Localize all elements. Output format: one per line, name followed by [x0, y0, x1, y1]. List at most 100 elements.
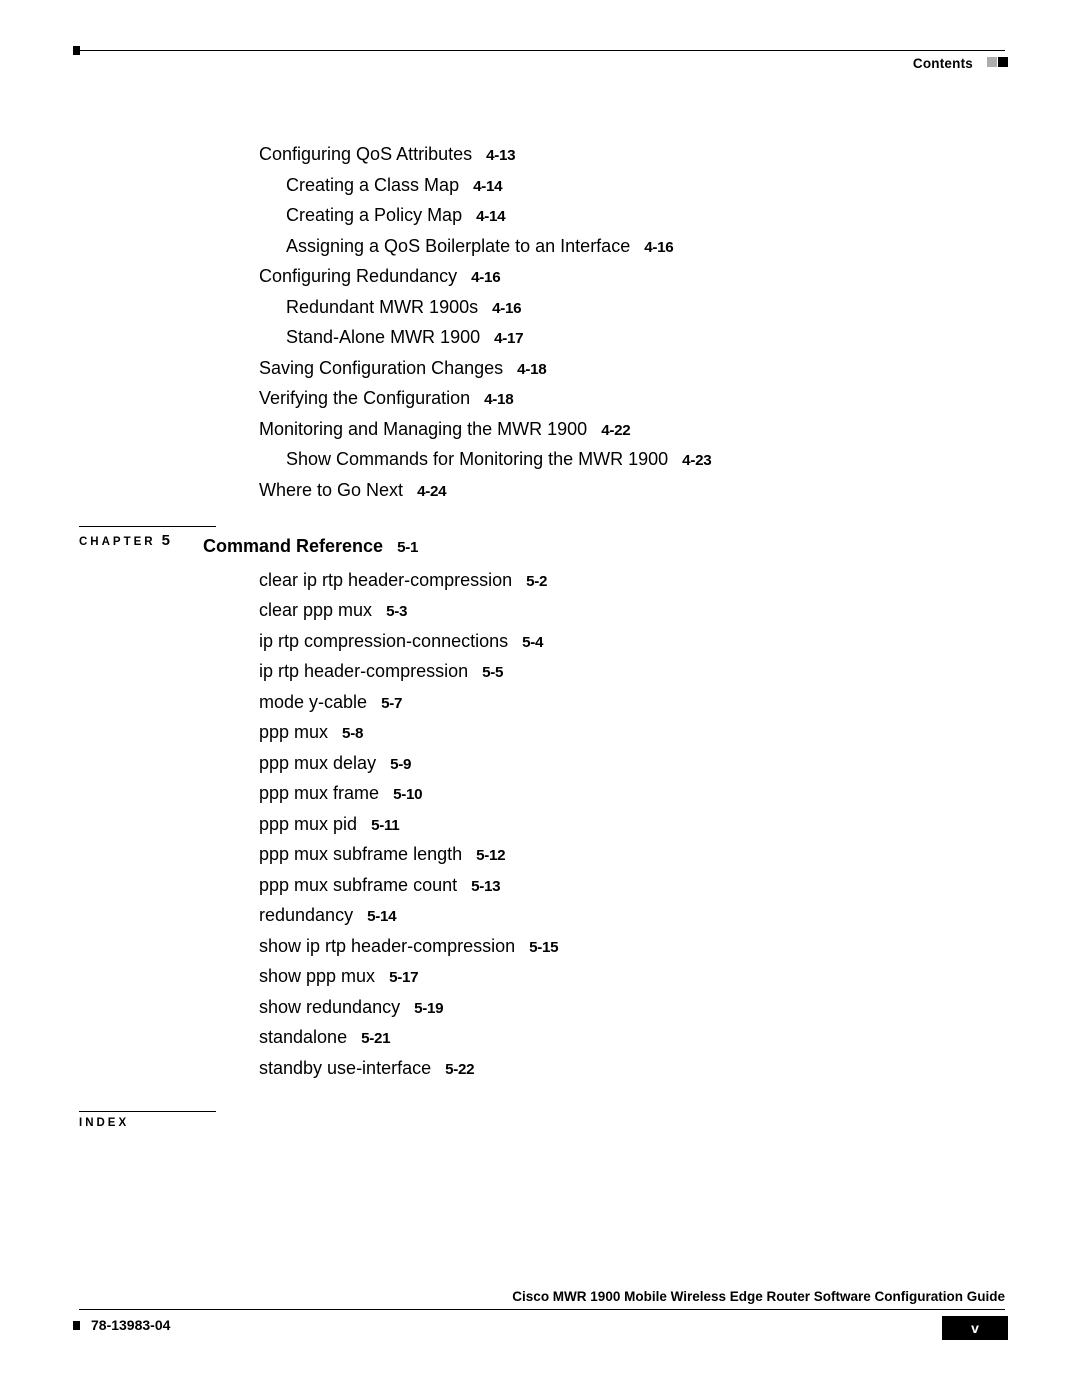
toc-entry-ref: 5-17 [389, 969, 418, 986]
toc-entry-text: Configuring QoS Attributes [259, 144, 472, 164]
toc-entry-ref: 4-18 [517, 361, 546, 378]
toc-entry-ref: 5-12 [476, 847, 505, 864]
toc-entry: Verifying the Configuration 4-18 [79, 384, 1005, 415]
toc-entry: ip rtp compression-connections5-4 [79, 627, 1005, 658]
toc-entry-ref: 4-18 [484, 391, 513, 408]
toc-entry: ppp mux frame 5-10 [79, 779, 1005, 810]
toc-entry-ref: 5-10 [393, 786, 422, 803]
chapter-title: Command Reference [203, 536, 383, 556]
chapter-label-text: CHAPTER [79, 536, 156, 548]
toc-entry-text: standalone [259, 1027, 347, 1047]
toc-entry-ref: 4-13 [486, 147, 515, 164]
footer-page-number: v [942, 1316, 1008, 1340]
toc-entry-text: Saving Configuration Changes [259, 358, 503, 378]
toc-entry: clear ppp mux 5-3 [79, 596, 1005, 627]
toc-entry: clear ip rtp header-compression 5-2 [79, 566, 1005, 597]
toc-entry: show ip rtp header-compression 5-15 [79, 932, 1005, 963]
toc-entry-ref: 5-21 [361, 1030, 390, 1047]
toc-entry-text: Assigning a QoS Boilerplate to an Interf… [286, 236, 630, 256]
toc-entry-ref: 5-19 [414, 1000, 443, 1017]
toc-entry-ref: 5-2 [526, 573, 547, 590]
toc-entry-ref: 5-3 [386, 603, 407, 620]
toc-entry: Where to Go Next 4-24 [79, 476, 1005, 507]
chapter-rule [79, 526, 216, 527]
toc-entry: Show Commands for Monitoring the MWR 190… [79, 445, 1005, 476]
footer-rule [79, 1309, 1005, 1310]
footer-doc-number: 78-13983-04 [91, 1317, 170, 1333]
toc-entry-text: Redundant MWR 1900s [286, 297, 478, 317]
toc-entry-text: mode y-cable [259, 692, 367, 712]
toc-entry-ref: 5-8 [342, 725, 363, 742]
toc-entry-ref: 4-17 [494, 330, 523, 347]
toc-entry: Assigning a QoS Boilerplate to an Interf… [79, 232, 1005, 263]
toc-entry: Stand-Alone MWR 1900 4-17 [79, 323, 1005, 354]
toc-entry-ref: 4-23 [682, 452, 711, 469]
toc-entry-text: show redundancy [259, 997, 400, 1017]
chapter-label: CHAPTER 5 [79, 532, 170, 549]
toc-entry-text: ppp mux frame [259, 783, 379, 803]
toc-entry-ref: 5-15 [529, 939, 558, 956]
toc-entry-ref: 5-22 [445, 1061, 474, 1078]
toc-entry-ref: 4-16 [471, 269, 500, 286]
toc-entry-text: ppp mux subframe length [259, 844, 462, 864]
chapter-number: 5 [162, 532, 170, 549]
toc-entry-text: Where to Go Next [259, 480, 403, 500]
toc-entry-text: clear ip rtp header-compression [259, 570, 512, 590]
toc-entry-ref: 4-22 [601, 422, 630, 439]
toc-entry-ref: 5-5 [482, 664, 503, 681]
toc-entry-text: clear ppp mux [259, 600, 372, 620]
toc-entry-ref: 5-9 [390, 756, 411, 773]
toc-entry: show redundancy 5-19 [79, 993, 1005, 1024]
toc-entry-text: Configuring Redundancy [259, 266, 457, 286]
toc-entry-ref: 4-16 [644, 239, 673, 256]
header-left-mark-icon [73, 46, 80, 55]
toc-entry: Monitoring and Managing the MWR 19004-22 [79, 415, 1005, 446]
toc-entry-text: Stand-Alone MWR 1900 [286, 327, 480, 347]
toc-entry-ref: 4-14 [473, 178, 502, 195]
chapter-block: CHAPTER5 Command Reference5-1 clear ip r… [79, 532, 1005, 1084]
toc-section-1: Configuring QoS Attributes 4-13 Creating a… [79, 140, 1005, 506]
toc-entry-text: Verifying the Configuration [259, 388, 470, 408]
toc-entry-text: standby use-interface [259, 1058, 431, 1078]
toc-entry-text: ppp mux delay [259, 753, 376, 773]
toc-entry: ppp mux delay 5-9 [79, 749, 1005, 780]
toc-entry: Configuring QoS Attributes 4-13 [79, 140, 1005, 171]
toc-entry: ip rtp header-compression 5-5 [79, 657, 1005, 688]
index-label: INDEX [79, 1117, 129, 1129]
index-rule [79, 1111, 216, 1112]
toc-entry-text: ppp mux pid [259, 814, 357, 834]
header-right-mark-shadow-icon [987, 57, 997, 67]
toc-entry-text: Show Commands for Monitoring the MWR 190… [286, 449, 668, 469]
toc-entry: Saving Configuration Changes 4-18 [79, 354, 1005, 385]
toc-entry-text: show ip rtp header-compression [259, 936, 515, 956]
toc-entry: show ppp mux 5-17 [79, 962, 1005, 993]
toc-entry-text: ppp mux [259, 722, 328, 742]
toc-entry: Creating a Policy Map4-14 [79, 201, 1005, 232]
toc-entry-text: Creating a Class Map [286, 175, 459, 195]
toc-entry-ref: 4-24 [417, 483, 446, 500]
footer-left-mark-icon [73, 1321, 80, 1330]
header-right-mark-icon [998, 57, 1008, 67]
toc-entry: mode y-cable5-7 [79, 688, 1005, 719]
content-area: Configuring QoS Attributes 4-13 Creating a… [79, 140, 1005, 1117]
toc-entry-ref: 4-16 [492, 300, 521, 317]
toc-entry-ref: 5-14 [367, 908, 396, 925]
toc-entry: ppp mux subframe length 5-12 [79, 840, 1005, 871]
toc-entry: Redundant MWR 1900s 4-16 [79, 293, 1005, 324]
toc-entry-ref: 5-11 [371, 817, 399, 834]
toc-entry-ref: 5-13 [471, 878, 500, 895]
toc-entry: Creating a Class Map 4-14 [79, 171, 1005, 202]
toc-entry-ref: 5-4 [522, 634, 543, 651]
footer-book-title: Cisco MWR 1900 Mobile Wireless Edge Rout… [512, 1289, 1005, 1304]
chapter-title-row: Command Reference5-1 [79, 532, 1005, 563]
toc-entry-ref: 4-14 [476, 208, 505, 225]
toc-entry-text: ip rtp header-compression [259, 661, 468, 681]
header-label: Contents [913, 56, 973, 71]
toc-entry-text: show ppp mux [259, 966, 375, 986]
toc-entry: ppp mux subframe count 5-13 [79, 871, 1005, 902]
toc-entry: ppp mux pid 5-11 [79, 810, 1005, 841]
toc-entry: standalone 5-21 [79, 1023, 1005, 1054]
toc-entry: standby use-interface 5-22 [79, 1054, 1005, 1085]
toc-entry-text: ppp mux subframe count [259, 875, 457, 895]
chapter-items: clear ip rtp header-compression5-2clear … [79, 563, 1005, 1085]
